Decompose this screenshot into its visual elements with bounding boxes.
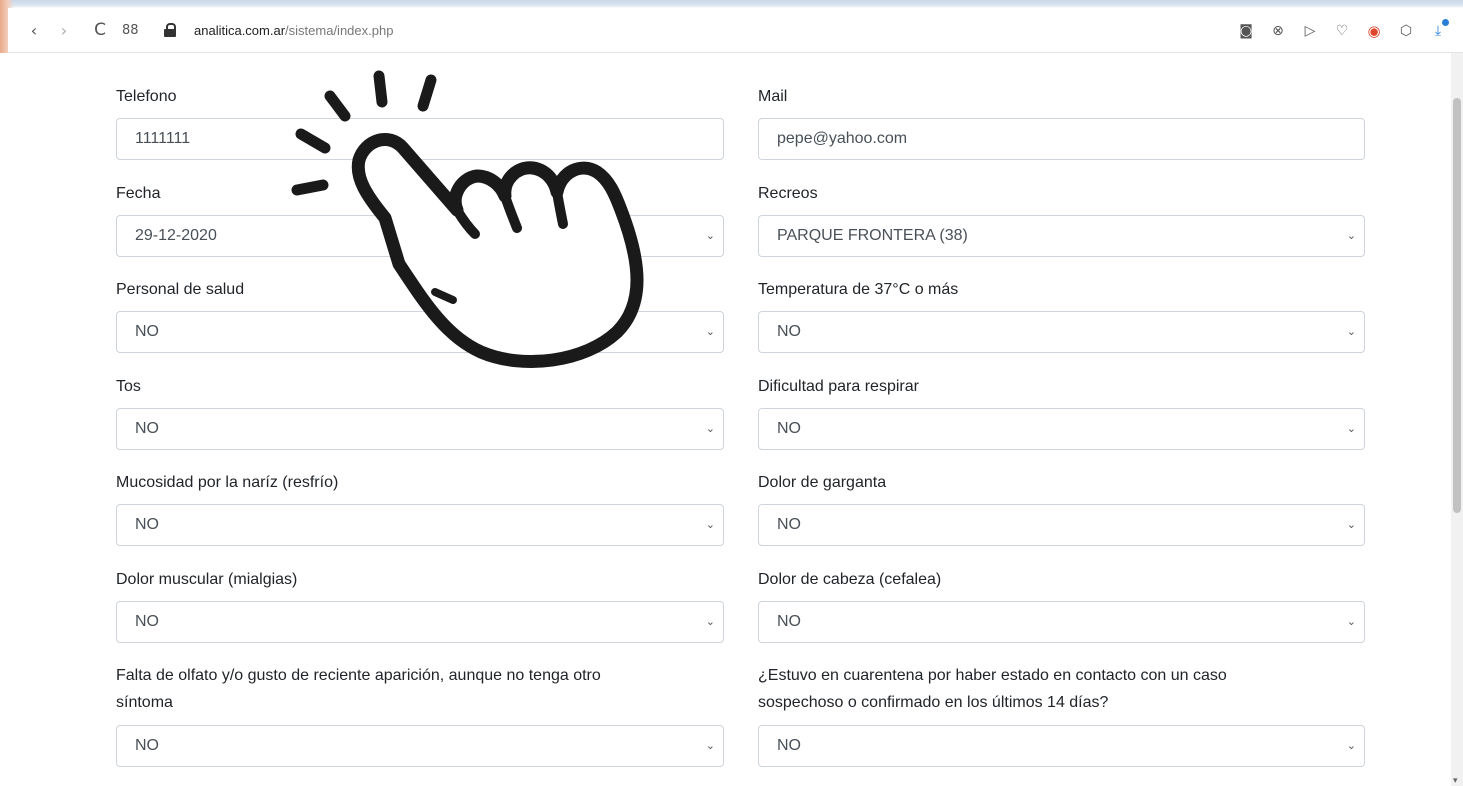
- field-value: 1111111: [135, 130, 191, 147]
- field-label-text: Mucosidad por la naríz (resfrío): [116, 474, 339, 491]
- field-label: Mail: [758, 86, 1378, 108]
- chevron-down-icon: ⌄: [1346, 326, 1356, 338]
- field-label-text: Dolor muscular (mialgias): [116, 571, 298, 588]
- select-field[interactable]: NO ⌄: [116, 504, 724, 546]
- close-circle-icon[interactable]: ⊗: [1269, 23, 1287, 39]
- apps-button[interactable]: 88: [122, 23, 139, 38]
- select-field[interactable]: NO ⌄: [758, 504, 1365, 546]
- chevron-down-icon: ⌄: [1346, 423, 1356, 435]
- select-field[interactable]: NO ⌄: [116, 311, 724, 353]
- browser-toolbar: ‹ › C 88 analitica.com.ar/sistema/index.…: [8, 8, 1463, 53]
- scroll-down-arrow[interactable]: ▾: [1453, 776, 1458, 786]
- send-icon[interactable]: ▷: [1301, 23, 1319, 39]
- chevron-down-icon: ⌄: [705, 519, 715, 531]
- address-bar[interactable]: analitica.com.ar/sistema/index.php: [194, 23, 393, 38]
- field-value: NO: [135, 323, 159, 340]
- field-label-text: Temperatura de 37°C o más: [758, 281, 959, 298]
- chevron-down-icon: ⌄: [705, 616, 715, 628]
- field-label: Falta de olfato y/o gusto de reciente ap…: [116, 665, 736, 714]
- field-value: NO: [777, 420, 801, 437]
- field-label-text: Telefono: [116, 88, 177, 105]
- field-value: NO: [777, 516, 801, 533]
- field-value: PARQUE FRONTERA (38): [777, 227, 968, 244]
- chevron-down-icon: ⌄: [1346, 740, 1356, 752]
- field-value: NO: [135, 613, 159, 630]
- field-value: pepe@yahoo.com: [777, 130, 908, 147]
- field-label-text: Recreos: [758, 185, 818, 202]
- field-label: Tos: [116, 376, 736, 398]
- download-icon[interactable]: ⤓: [1429, 18, 1449, 39]
- field-label-text: ¿Estuvo en cuarentena por haber estado e…: [758, 667, 1227, 684]
- field-label: Telefono: [116, 86, 736, 108]
- field-label-text: Personal de salud: [116, 281, 245, 298]
- camera-icon[interactable]: ◙: [1237, 23, 1255, 39]
- scrollbar-thumb[interactable]: [1453, 98, 1461, 513]
- field-label-text: Dolor de cabeza (cefalea): [758, 571, 942, 588]
- scrollbar[interactable]: ▾: [1451, 53, 1463, 786]
- cube-icon[interactable]: ⬡: [1397, 23, 1415, 39]
- select-field[interactable]: PARQUE FRONTERA (38) ⌄: [758, 215, 1365, 257]
- chevron-down-icon: ⌄: [1346, 519, 1356, 531]
- select-field[interactable]: 29-12-2020 ⌄: [116, 215, 724, 257]
- field-value: NO: [777, 613, 801, 630]
- field-value: 29-12-2020: [135, 227, 217, 244]
- extension-icons: ◙ ⊗ ▷ ♡ ◉ ⬡ ⤓: [1237, 8, 1449, 53]
- chevron-down-icon: ⌄: [705, 326, 715, 338]
- record-icon[interactable]: ◉: [1365, 22, 1383, 40]
- field-label-text: Tos: [116, 378, 141, 395]
- field-label: Dificultad para respirar: [758, 376, 1378, 398]
- select-field[interactable]: NO ⌄: [758, 311, 1365, 353]
- text-input[interactable]: 1111111: [116, 118, 724, 160]
- field-label: Mucosidad por la naríz (resfrío): [116, 472, 736, 494]
- select-field[interactable]: NO ⌄: [758, 408, 1365, 450]
- field-value: NO: [777, 737, 801, 754]
- reload-button[interactable]: C: [92, 20, 108, 40]
- field-value: NO: [135, 420, 159, 437]
- form-page: Telefono 1111111 Mail pepe@yahoo.com Fecha 29…: [0, 53, 1451, 786]
- field-label-text: Dolor de garganta: [758, 474, 887, 491]
- lock-icon[interactable]: [164, 23, 176, 37]
- field-label: Dolor muscular (mialgias): [116, 569, 736, 591]
- field-label: Temperatura de 37°C o más: [758, 279, 1378, 301]
- field-label-text-line2: sospechoso o confirmado en los últimos 1…: [758, 694, 1109, 711]
- field-label-text-line2: síntoma: [116, 694, 173, 711]
- forward-button[interactable]: ›: [56, 21, 72, 40]
- field-label: Personal de salud: [116, 279, 736, 301]
- chevron-down-icon: ⌄: [705, 740, 715, 752]
- back-button[interactable]: ‹: [26, 21, 42, 40]
- chevron-down-icon: ⌄: [705, 423, 715, 435]
- field-label: Dolor de cabeza (cefalea): [758, 569, 1378, 591]
- select-field[interactable]: NO ⌄: [116, 408, 724, 450]
- select-field[interactable]: NO ⌄: [116, 725, 724, 767]
- field-label: Fecha: [116, 183, 736, 205]
- field-label: Dolor de garganta: [758, 472, 1378, 494]
- chevron-down-icon: ⌄: [705, 230, 715, 242]
- url-domain: analitica.com.ar: [194, 22, 286, 38]
- text-input[interactable]: pepe@yahoo.com: [758, 118, 1365, 160]
- field-label: Recreos: [758, 183, 1378, 205]
- select-field[interactable]: NO ⌄: [758, 601, 1365, 643]
- select-field[interactable]: NO ⌄: [758, 725, 1365, 767]
- field-value: NO: [135, 737, 159, 754]
- field-label-text: Dificultad para respirar: [758, 378, 919, 395]
- select-field[interactable]: NO ⌄: [116, 601, 724, 643]
- field-label-text: Mail: [758, 88, 788, 105]
- heart-icon[interactable]: ♡: [1333, 23, 1351, 39]
- chevron-down-icon: ⌄: [1346, 616, 1356, 628]
- url-path: /sistema/index.php: [285, 22, 394, 38]
- field-value: NO: [135, 516, 159, 533]
- field-label: ¿Estuvo en cuarentena por haber estado e…: [758, 665, 1378, 714]
- chevron-down-icon: ⌄: [1346, 230, 1356, 242]
- field-label-text: Falta de olfato y/o gusto de reciente ap…: [116, 667, 601, 684]
- field-value: NO: [777, 323, 801, 340]
- field-label-text: Fecha: [116, 185, 161, 202]
